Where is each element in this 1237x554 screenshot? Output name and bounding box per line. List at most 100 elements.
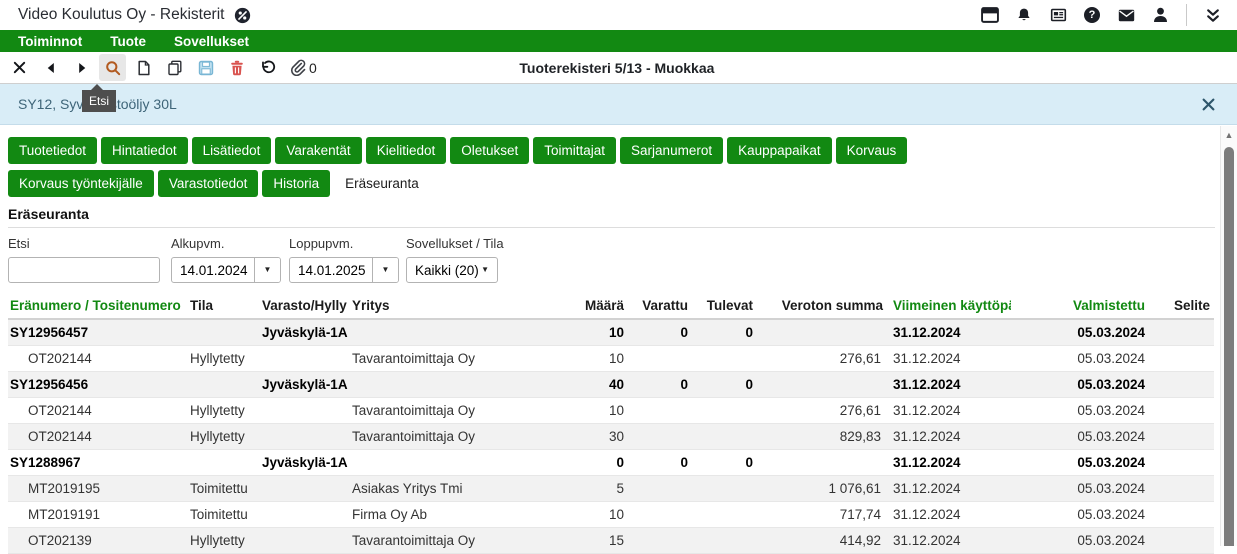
tab-historia[interactable]: Historia (262, 170, 330, 197)
mail-icon[interactable] (1116, 5, 1136, 25)
table-cell: 0 (692, 319, 757, 346)
table-cell: 829,83 (757, 424, 887, 450)
start-date-combo: ▼ (171, 257, 281, 283)
help-icon[interactable]: ? (1082, 5, 1102, 25)
filters: Etsi Alkupvm. ▼ Loppupvm. ▼ Sovellukset … (8, 236, 1229, 283)
table-cell: 5 (564, 476, 628, 502)
table-cell: 0 (564, 450, 628, 476)
column-header-tila[interactable]: Tila (186, 293, 258, 319)
table-cell (1149, 424, 1214, 450)
copy-record-button[interactable] (161, 54, 188, 81)
tab-kielitiedot[interactable]: Kielitiedot (366, 137, 447, 164)
table-row[interactable]: SY12956457Jyväskylä-1A100031.12.202405.0… (8, 319, 1214, 346)
tab-eraseuranta[interactable]: Eräseuranta (334, 170, 430, 197)
column-header-varasto-hylly[interactable]: Varasto/Hylly (258, 293, 348, 319)
double-chevron-down-icon[interactable] (1203, 5, 1223, 25)
menu-item-tuote[interactable]: Tuote (96, 32, 160, 51)
table-cell (692, 476, 757, 502)
column-header-eranumero-tositenumero[interactable]: Eränumero / Tositenumero (8, 293, 186, 319)
table-cell: SY12956457 (8, 319, 186, 346)
table-cell: 31.12.2024 (887, 398, 1011, 424)
table-cell: Tavarantoimittaja Oy (348, 528, 564, 554)
table-cell: 05.03.2024 (1011, 398, 1149, 424)
table-cell (258, 398, 348, 424)
tab-oletukset[interactable]: Oletukset (450, 137, 529, 164)
table-row[interactable]: OT202144HyllytettyTavarantoimittaja Oy30… (8, 424, 1214, 450)
tabs-row-2: Korvaus työntekijälleVarastotiedotHistor… (8, 170, 1229, 200)
tooltip-text: Etsi (89, 94, 109, 108)
table-cell: Toimitettu (186, 502, 258, 528)
user-icon[interactable] (1150, 5, 1170, 25)
table-cell (186, 372, 258, 398)
table-cell (1149, 398, 1214, 424)
tab-sarjanumerot[interactable]: Sarjanumerot (620, 137, 723, 164)
column-header-viimeinen-kayttopaiva[interactable]: Viimeinen käyttöpäivä (887, 293, 1011, 319)
scrollbar-thumb[interactable] (1224, 147, 1234, 546)
table-cell (1149, 319, 1214, 346)
undo-icon[interactable] (254, 54, 281, 81)
news-icon[interactable] (1048, 5, 1068, 25)
save-button[interactable] (192, 54, 219, 81)
tab-kauppapaikat[interactable]: Kauppapaikat (727, 137, 832, 164)
search-tooltip: Etsi (82, 90, 116, 112)
table-cell (628, 424, 692, 450)
previous-record-button[interactable] (37, 54, 64, 81)
paperclip-icon (292, 60, 305, 75)
table-row[interactable]: SY12956456Jyväskylä-1A400031.12.202405.0… (8, 372, 1214, 398)
table-cell: 10 (564, 502, 628, 528)
table-cell: 05.03.2024 (1011, 424, 1149, 450)
column-header-valmistettu[interactable]: Valmistettu (1011, 293, 1149, 319)
start-date-input[interactable] (172, 258, 254, 282)
window-icon[interactable] (980, 5, 1000, 25)
search-filter-input[interactable] (8, 257, 160, 283)
table-cell: Jyväskylä-1A (258, 319, 348, 346)
column-header-selite[interactable]: Selite (1149, 293, 1214, 319)
tab-lisatiedot[interactable]: Lisätiedot (192, 137, 272, 164)
tab-tuotetiedot[interactable]: Tuotetiedot (8, 137, 97, 164)
column-header-varattu[interactable]: Varattu (628, 293, 692, 319)
batch-table: Eränumero / TositenumeroTilaVarasto/Hyll… (8, 293, 1214, 554)
scroll-up-icon[interactable]: ▲ (1221, 131, 1237, 140)
next-record-button[interactable] (68, 54, 95, 81)
table-row[interactable]: MT2019191ToimitettuFirma Oy Ab10717,7431… (8, 502, 1214, 528)
attachments-button[interactable]: 0 (289, 59, 317, 76)
new-record-button[interactable] (130, 54, 157, 81)
table-cell (628, 502, 692, 528)
table-row[interactable]: OT202139HyllytettyTavarantoimittaja Oy15… (8, 528, 1214, 554)
table-row[interactable]: SY1288967Jyväskylä-1A00031.12.202405.03.… (8, 450, 1214, 476)
table-cell: Tavarantoimittaja Oy (348, 424, 564, 450)
status-filter-dropdown[interactable]: Kaikki (20) ▼ (406, 257, 498, 283)
tab-korvaus-tyontekijalle[interactable]: Korvaus työntekijälle (8, 170, 154, 197)
delete-button[interactable] (223, 54, 250, 81)
table-row[interactable]: MT2019195ToimitettuAsiakas Yritys Tmi51 … (8, 476, 1214, 502)
column-header-veroton-summa[interactable]: Veroton summa (757, 293, 887, 319)
table-cell: 40 (564, 372, 628, 398)
table-row[interactable]: OT202144HyllytettyTavarantoimittaja Oy10… (8, 398, 1214, 424)
end-date-dropdown-button[interactable]: ▼ (372, 258, 398, 282)
menu-item-toiminnot[interactable]: Toiminnot (4, 32, 96, 51)
close-record-button[interactable] (6, 54, 33, 81)
tab-toimittajat[interactable]: Toimittajat (533, 137, 616, 164)
table-cell: 31.12.2024 (887, 424, 1011, 450)
table-cell: Firma Oy Ab (348, 502, 564, 528)
search-button[interactable] (99, 54, 126, 81)
column-header-tulevat[interactable]: Tulevat (692, 293, 757, 319)
tab-varakentat[interactable]: Varakentät (275, 137, 361, 164)
end-date-input[interactable] (290, 258, 372, 282)
table-cell (348, 372, 564, 398)
chevron-down-icon: ▼ (382, 266, 390, 274)
menu-item-sovellukset[interactable]: Sovellukset (160, 32, 263, 51)
column-header-yritys[interactable]: Yritys (348, 293, 564, 319)
start-date-dropdown-button[interactable]: ▼ (254, 258, 280, 282)
table-cell: OT202144 (8, 424, 186, 450)
table-cell (628, 528, 692, 554)
tab-varastotiedot[interactable]: Varastotiedot (158, 170, 259, 197)
column-header-maara[interactable]: Määrä (564, 293, 628, 319)
infobar-close-icon[interactable] (1202, 98, 1215, 111)
bell-icon[interactable] (1014, 5, 1034, 25)
tab-korvaus[interactable]: Korvaus (836, 137, 908, 164)
table-row[interactable]: OT202144HyllytettyTavarantoimittaja Oy10… (8, 346, 1214, 372)
tab-hintatiedot[interactable]: Hintatiedot (101, 137, 188, 164)
table-cell: 05.03.2024 (1011, 502, 1149, 528)
table-cell (258, 476, 348, 502)
